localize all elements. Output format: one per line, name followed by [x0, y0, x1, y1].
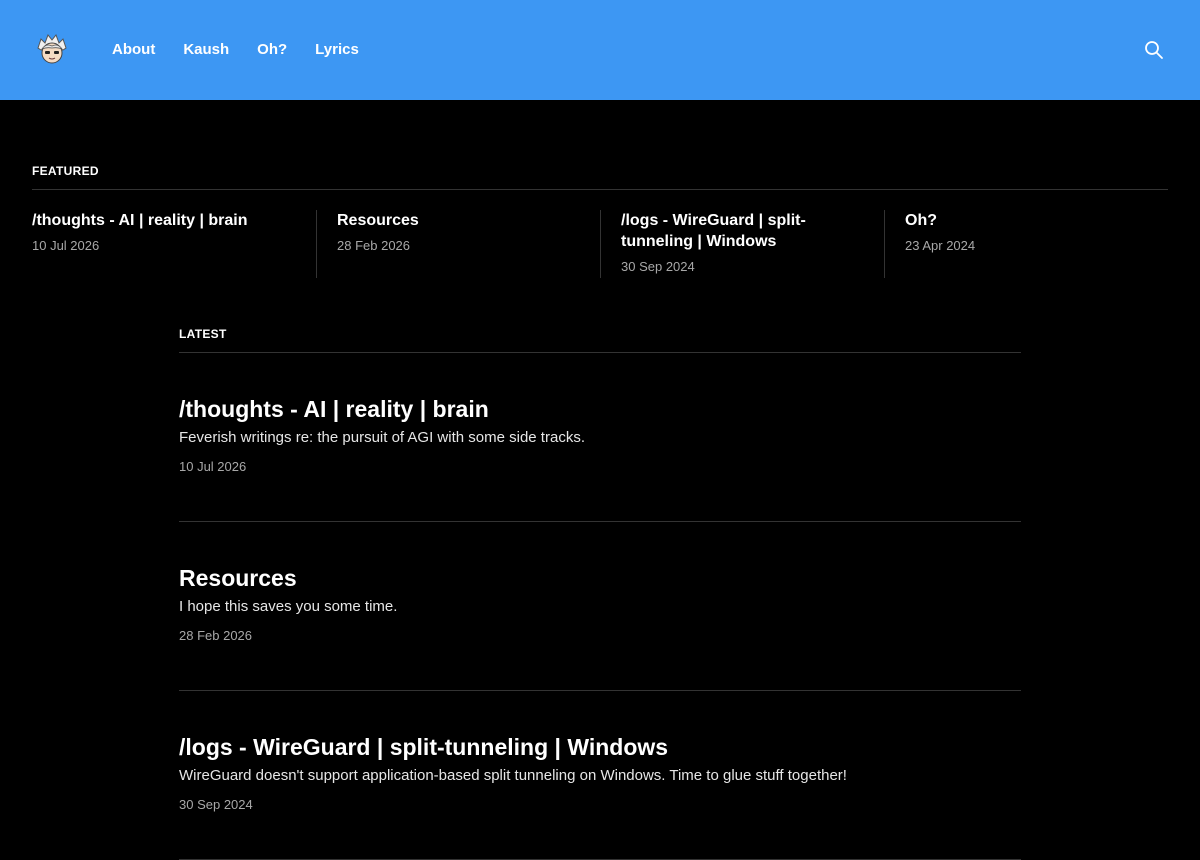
featured-grid: /thoughts - AI | reality | brain 10 Jul …: [32, 210, 1168, 278]
post-excerpt: WireGuard doesn't support application-ba…: [179, 767, 847, 784]
nav-about-link[interactable]: About: [112, 40, 155, 60]
featured-card-date: 23 Apr 2024: [905, 238, 976, 253]
search-button[interactable]: [1144, 40, 1164, 60]
avatar-icon: [37, 34, 67, 64]
featured-card-title[interactable]: /thoughts - AI | reality | brain: [32, 210, 262, 231]
featured-card-title[interactable]: Resources: [337, 210, 567, 231]
post-date: 28 Feb 2026: [179, 628, 253, 643]
post-date: 10 Jul 2026: [179, 459, 247, 474]
post-title[interactable]: Resources: [179, 564, 1021, 592]
featured-card[interactable]: Resources 28 Feb 2026: [316, 210, 600, 278]
latest-section: LATEST /thoughts - AI | reality | brain …: [179, 327, 1021, 860]
site-logo-avatar[interactable]: [36, 34, 68, 66]
search-icon: [1145, 41, 1163, 59]
nav-lyrics-link[interactable]: Lyrics: [315, 40, 359, 60]
post-date: 30 Sep 2024: [179, 797, 253, 812]
featured-card-date: 28 Feb 2026: [337, 238, 411, 253]
post-item[interactable]: Resources I hope this saves you some tim…: [179, 522, 1021, 691]
post-excerpt: Feverish writings re: the pursuit of AGI…: [179, 429, 585, 446]
featured-card[interactable]: Oh? 23 Apr 2024: [884, 210, 1168, 278]
featured-card[interactable]: /thoughts - AI | reality | brain 10 Jul …: [32, 210, 316, 278]
post-item[interactable]: /thoughts - AI | reality | brain Feveris…: [179, 353, 1021, 522]
post-title[interactable]: /thoughts - AI | reality | brain: [179, 395, 1021, 423]
post-excerpt: I hope this saves you some time.: [179, 598, 398, 615]
featured-heading: FEATURED: [32, 164, 1168, 190]
featured-card[interactable]: /logs - WireGuard | split-tunneling | Wi…: [600, 210, 884, 278]
featured-section: FEATURED /thoughts - AI | reality | brai…: [32, 164, 1168, 278]
nav-oh-link[interactable]: Oh?: [257, 40, 287, 60]
post-title[interactable]: /logs - WireGuard | split-tunneling | Wi…: [179, 733, 1021, 761]
main-nav: About Kaush Oh? Lyrics: [112, 40, 359, 60]
featured-card-title[interactable]: Oh?: [905, 210, 1135, 231]
featured-card-title[interactable]: /logs - WireGuard | split-tunneling | Wi…: [621, 210, 851, 252]
post-item[interactable]: /logs - WireGuard | split-tunneling | Wi…: [179, 691, 1021, 860]
featured-card-date: 30 Sep 2024: [621, 259, 695, 274]
nav-kaush-link[interactable]: Kaush: [183, 40, 229, 60]
site-header: About Kaush Oh? Lyrics: [0, 0, 1200, 100]
latest-heading: LATEST: [179, 327, 1021, 353]
featured-card-date: 10 Jul 2026: [32, 238, 100, 253]
